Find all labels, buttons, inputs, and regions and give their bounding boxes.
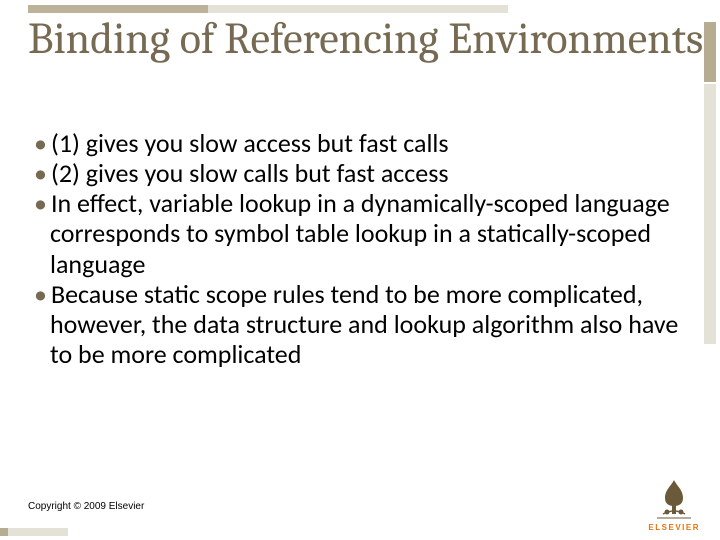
- slide-title: Binding of Referencing Environments: [28, 16, 703, 62]
- bullet-dot-icon: •: [34, 278, 51, 310]
- publisher-logo-label: ELSEVIER: [648, 523, 700, 532]
- bullet-text: In effect, variable lookup in a dynamica…: [50, 187, 670, 279]
- bullet-item: •(1) gives you slow access but fast call…: [34, 128, 686, 158]
- top-accent-bar: [28, 5, 508, 13]
- bottom-accent-dark: [0, 528, 8, 536]
- bullet-dot-icon: •: [34, 157, 51, 189]
- bullet-item: •Because static scope rules tend to be m…: [34, 279, 686, 369]
- elsevier-tree-icon: [651, 476, 697, 522]
- accent-segment-dark: [28, 5, 208, 13]
- bottom-accent-light: [8, 528, 68, 536]
- copyright-text: Copyright © 2009 Elsevier: [28, 501, 144, 512]
- bullet-dot-icon: •: [34, 127, 51, 159]
- bullet-item: •In effect, variable lookup in a dynamic…: [34, 188, 686, 278]
- right-accent-light: [704, 84, 716, 344]
- right-accent-dark: [704, 22, 716, 82]
- body-content: •(1) gives you slow access but fast call…: [34, 128, 686, 369]
- publisher-logo: ELSEVIER: [648, 476, 700, 532]
- accent-segment-light: [208, 5, 508, 13]
- bullet-dot-icon: •: [34, 187, 51, 219]
- bullet-text: Because static scope rules tend to be mo…: [50, 278, 678, 370]
- bullet-text: (2) gives you slow calls but fast access: [51, 157, 449, 189]
- bullet-item: •(2) gives you slow calls but fast acces…: [34, 158, 686, 188]
- bullet-text: (1) gives you slow access but fast calls: [51, 127, 449, 159]
